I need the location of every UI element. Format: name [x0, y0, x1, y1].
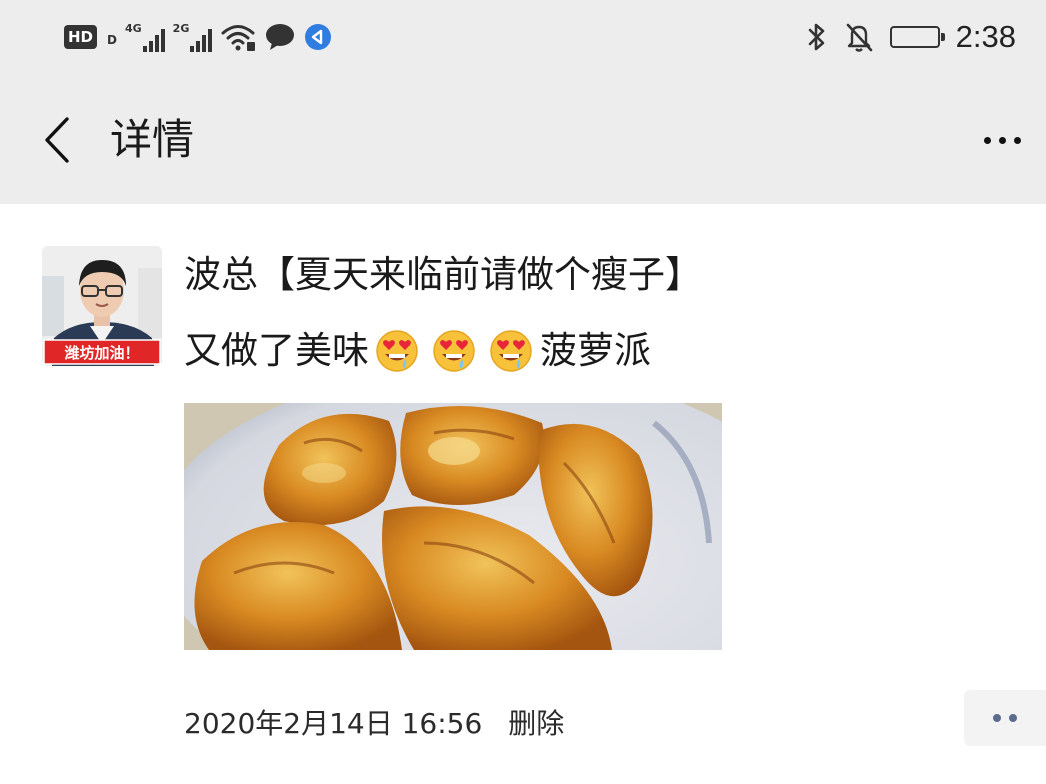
avatar[interactable]: 潍坊加油！	[42, 246, 162, 366]
bluetooth-icon	[808, 23, 824, 51]
signal-bars-icon	[142, 28, 165, 52]
more-options-button[interactable]	[972, 120, 1032, 160]
dot-icon	[1009, 714, 1017, 722]
status-icons-left: HD D 4G 2G	[64, 20, 332, 54]
network-label-2: 2G	[172, 22, 190, 35]
drooling-heart-eyes-emoji-icon	[433, 330, 475, 372]
app-notification-icon	[305, 24, 332, 50]
page-title: 详情	[110, 115, 195, 164]
status-time: 2:38	[955, 19, 1016, 54]
post-text-after: 菠萝派	[540, 329, 651, 372]
battery-icon	[889, 26, 945, 48]
dot-icon	[998, 136, 1006, 144]
hd-sub-icon: D	[107, 33, 117, 47]
pineapple-pie-image	[184, 403, 722, 650]
avatar-photo: 潍坊加油！	[42, 246, 162, 366]
dot-icon	[983, 136, 991, 144]
avatar-caption: 潍坊加油！	[64, 344, 139, 362]
signal-2g-icon: 2G	[173, 22, 213, 52]
delete-link[interactable]: 删除	[508, 704, 564, 744]
post-photo[interactable]	[184, 403, 722, 650]
drooling-heart-eyes-emoji-icon	[376, 330, 418, 372]
bell-muted-icon	[846, 23, 872, 52]
post-timestamp: 2020年2月14日 16:56	[184, 707, 483, 740]
chat-bubble-icon	[266, 24, 295, 50]
dot-icon	[993, 714, 1001, 722]
post-text: 又做了美味 菠萝派	[184, 325, 651, 377]
signal-4g-icon: 4G	[125, 22, 165, 52]
post-meta: 2020年2月14日 16:56 删除	[184, 704, 564, 744]
signal-bars-icon	[190, 28, 213, 52]
hd-label: HD	[68, 28, 94, 46]
like-comment-button[interactable]	[964, 690, 1046, 746]
status-icons-right: 2:38	[806, 18, 1016, 56]
chevron-left-icon	[45, 117, 69, 163]
nav-bar: 详情	[0, 76, 1046, 204]
dot-icon	[1013, 136, 1021, 144]
back-button[interactable]	[30, 110, 82, 170]
drooling-heart-eyes-emoji-icon	[490, 330, 532, 372]
author-name[interactable]: 波总【夏天来临前请做个瘦子】	[184, 250, 702, 300]
wifi-icon	[221, 25, 256, 51]
hd-voice-icon: HD	[64, 25, 98, 49]
post-text-before: 又做了美味	[184, 329, 369, 372]
status-bar: HD D 4G 2G 2:38	[0, 0, 1046, 76]
network-label-1: 4G	[124, 22, 142, 35]
